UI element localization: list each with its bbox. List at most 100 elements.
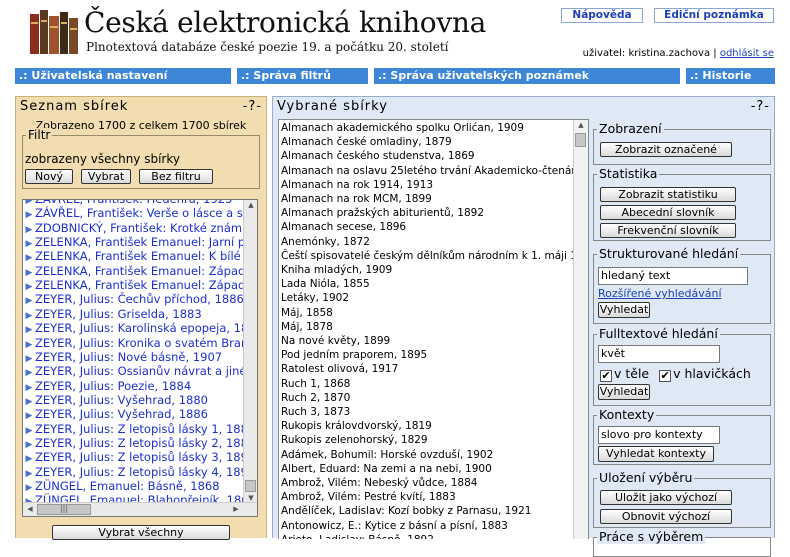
poet-collection-label: ZEYER, Julius: Nové básně, 1907 (35, 349, 223, 364)
collection-item[interactable]: Almanach českého studenstva, 1869 (281, 149, 574, 164)
collection-item[interactable]: Letáky, 1902 (281, 291, 574, 306)
poet-list-hscroll-thumb[interactable]: ||| (37, 504, 91, 515)
nav-user-notes[interactable]: .: Správa uživatelských poznámek (374, 68, 680, 84)
collection-item[interactable]: Ambrož, Vilém: Pestré kvítí, 1883 (281, 490, 574, 505)
poet-list-vscrollbar[interactable]: ▲ ▼ (243, 200, 257, 504)
collections-vscrollbar[interactable]: ▲ (573, 120, 588, 539)
poet-collection-list[interactable]: ▶ZÁVREL, František: Hedenra, 1925▶ZÁVŘEL… (22, 199, 258, 517)
frequency-dictionary-button[interactable]: Frekvenční slovník (600, 223, 736, 238)
poet-collection-item[interactable]: ▶ZEYER, Julius: Kronika o svatém Brandan… (23, 336, 245, 350)
collection-item[interactable]: Ruch 3, 1873 (281, 405, 574, 420)
show-marked-button[interactable]: Zobrazit označené (600, 142, 732, 157)
poet-collection-item[interactable]: ▶ZEYER, Julius: Ossianův návrat a jiné b… (23, 364, 245, 378)
edition-notes-button[interactable]: Ediční poznámka (654, 8, 774, 23)
fulltext-search-input[interactable]: květ (598, 345, 720, 363)
structured-search-button[interactable]: Vyhledat (598, 302, 650, 318)
collection-item[interactable]: Almanach na rok 1914, 1913 (281, 178, 574, 193)
poet-collection-item[interactable]: ▶ ZEYER, Julius: Z letopisů lásky 4, 1892 (23, 465, 245, 479)
fulltext-search-button[interactable]: Vyhledat (598, 384, 650, 400)
poet-collection-label: ZELENKA, František Emanuel: Jarní písně,… (35, 235, 245, 250)
collection-item[interactable]: Adámek, Bohumil: Horské ovzduší, 1902 (281, 448, 574, 463)
restore-default-button[interactable]: Obnovit výchozí (600, 509, 732, 524)
scroll-right-icon[interactable]: ▶ (229, 505, 243, 513)
collection-item[interactable]: Kniha mladých, 1909 (281, 263, 574, 278)
nav-user-settings[interactable]: .: Uživatelská nastavení (15, 68, 231, 84)
collection-item[interactable]: Almanach secese, 1896 (281, 220, 574, 235)
collection-item[interactable]: Na nové květy, 1899 (281, 334, 574, 349)
user-name: uživatel: kristina.zachova (582, 48, 711, 59)
filter-clear-button[interactable]: Bez filtru (139, 169, 213, 184)
poet-collection-item[interactable]: ▶ZELENKA, František Emanuel: Západ, 1899 (23, 264, 245, 278)
filter-new-button[interactable]: Nový (25, 169, 73, 184)
poet-collection-item[interactable]: ▶ ZEYER, Julius: Vyšehrad, 1886 (23, 407, 245, 421)
collection-item[interactable]: Ratolest olivová, 1917 (281, 362, 574, 377)
poet-collection-item[interactable]: ▶ ZEYER, Julius: Z letopisů lásky 3, 1892 (23, 450, 245, 464)
collection-item[interactable]: Ambrož, Vilém: Nebeský vůdce, 1884 (281, 476, 574, 491)
collections-scroll-up-icon[interactable]: ▲ (574, 121, 588, 129)
fulltext-search-legend: Fulltextové hledání (597, 326, 720, 341)
help-button[interactable]: Nápověda (561, 8, 643, 23)
poet-collection-item[interactable]: ▶ ZEYER, Julius: Karolinská epopeja, 1896 (23, 321, 245, 335)
show-statistics-button[interactable]: Zobrazit statistiku (600, 187, 736, 202)
collection-item[interactable]: Almanach akademického spolku Orlićan, 19… (281, 121, 574, 136)
collection-item[interactable]: Almanach pražských abiturientů, 1892 (281, 206, 574, 221)
collection-item[interactable]: Arieto, Ladislav: Básně, 1892 (281, 533, 574, 539)
logout-link[interactable]: odhlásit se (720, 48, 774, 59)
collection-item[interactable]: Andělíček, Ladislav: Kozí bobky z Parnas… (281, 504, 574, 519)
poet-collection-item[interactable]: ▶ZELENKA, František Emanuel: K bílé růži… (23, 249, 245, 263)
collection-item[interactable]: Rukopis královdvorský, 1819 (281, 419, 574, 434)
nav-history[interactable]: .: Historie (686, 68, 775, 84)
poet-collection-item[interactable]: ▶ZDOBNICKÝ, František: Krotké známky, 19… (23, 221, 245, 235)
alphabetic-dictionary-button[interactable]: Abecední slovník (600, 205, 736, 220)
poet-collection-item[interactable]: ▶ZELENKA, František Emanuel: Jarní písně… (23, 235, 245, 249)
poet-collection-item[interactable]: ▶ ZEYER, Julius: Nové básně, 1907 (23, 350, 245, 364)
collection-item[interactable]: Lada Nióla, 1855 (281, 277, 574, 292)
poet-collection-item[interactable]: ▶ ZEYER, Julius: Griselda, 1883 (23, 307, 245, 321)
left-panel-title: Seznam sbírek (20, 99, 129, 114)
collection-item[interactable]: Almanach na oslavu 25letého trvání Akade… (281, 164, 574, 179)
in-headers-checkbox[interactable]: ✔ (659, 370, 672, 382)
advanced-search-link[interactable]: Rozšířené vyhledávání (598, 287, 722, 300)
in-body-checkbox[interactable]: ✔ (600, 370, 612, 382)
save-default-button[interactable]: Uložit jako výchozí (600, 490, 732, 505)
poet-collection-item[interactable]: ▶ ZÜNGEL, Emanuel: Básně, 1868 (23, 479, 245, 493)
selected-collections-list[interactable]: Almanach akademického spolku Orlićan, 19… (278, 119, 589, 539)
collection-item[interactable]: Ruch 2, 1870 (281, 391, 574, 406)
filter-select-button[interactable]: Vybrat (81, 169, 131, 184)
collection-item[interactable]: Antonowicz, E.: Kytice z básní a písní, … (281, 519, 574, 534)
poet-collection-label: ZÜNGEL, Emanuel: Básně, 1868 (35, 479, 220, 493)
poet-collection-label: ZEYER, Julius: Z letopisů lásky 1, 1889 (35, 421, 245, 436)
search-contexts-button[interactable]: Vyhledat kontexty (598, 446, 714, 462)
collection-item[interactable]: Almanach na rok MCM, 1899 (281, 192, 574, 207)
scroll-left-icon[interactable]: ◀ (23, 505, 37, 513)
tools-column: Zobrazení Zobrazit označené Statistika Z… (593, 97, 773, 557)
collection-item[interactable]: Pod jedním praporem, 1895 (281, 348, 574, 363)
contexts-input[interactable]: slovo pro kontexty (598, 426, 720, 444)
collection-item[interactable]: Máj, 1858 (281, 306, 574, 321)
collection-item[interactable]: Ruch 1, 1868 (281, 377, 574, 392)
collection-item[interactable]: Albert, Eduard: Na zemi a na nebi, 1900 (281, 462, 574, 477)
poet-collection-item[interactable]: ▶ ZEYER, Julius: Poezie, 1884 (23, 379, 245, 393)
nav-filter-management[interactable]: .: Správa filtrů (237, 68, 368, 84)
collection-item[interactable]: Čeští spisovatelé českým dělníkům národn… (281, 249, 574, 264)
poet-list-hscrollbar[interactable]: ◀ ||| ▶ (23, 502, 257, 516)
poet-collection-item[interactable]: ▶ ZEYER, Julius: Vyšehrad, 1880 (23, 393, 245, 407)
left-panel-help[interactable]: -?- (243, 99, 262, 114)
structured-search-input[interactable]: hledaný text (598, 267, 748, 285)
poet-collection-item[interactable]: ▶ ZEYER, Julius: Z letopisů lásky 2, 1889 (23, 436, 245, 450)
poet-collection-item[interactable]: ▶ ZEYER, Julius: Z letopisů lásky 1, 1889 (23, 422, 245, 436)
collection-item[interactable]: Anemónky, 1872 (281, 235, 574, 250)
poet-collection-item[interactable]: ▶ZELENKA, František Emanuel: Západ slunc… (23, 278, 245, 292)
poet-collection-item[interactable]: ▶ ZEYER, Julius: Čechův příchod, 1886 (23, 292, 245, 306)
scroll-down-icon[interactable]: ▼ (244, 494, 257, 502)
collections-vscroll-thumb[interactable] (575, 133, 586, 147)
poet-collection-item[interactable]: ▶ZÁVŘEL, František: Verše o lásce a smrt… (23, 206, 245, 220)
collection-item[interactable]: Rukopis zelenohorský, 1829 (281, 433, 574, 448)
collections-list-panel: Seznam sbírek -?- Zobrazeno 1700 z celke… (15, 96, 267, 540)
scroll-up-icon[interactable]: ▲ (244, 201, 257, 209)
poet-list-vscroll-thumb[interactable] (245, 480, 256, 492)
collection-item[interactable]: Almanach české omladiny, 1879 (281, 135, 574, 150)
collection-item[interactable]: Máj, 1878 (281, 320, 574, 335)
poet-collection-label: ZDOBNICKÝ, František: Krotké známky, 190… (35, 220, 245, 235)
selected-collections-panel: Vybrané sbírky -?- Almanach akademického… (272, 96, 775, 557)
